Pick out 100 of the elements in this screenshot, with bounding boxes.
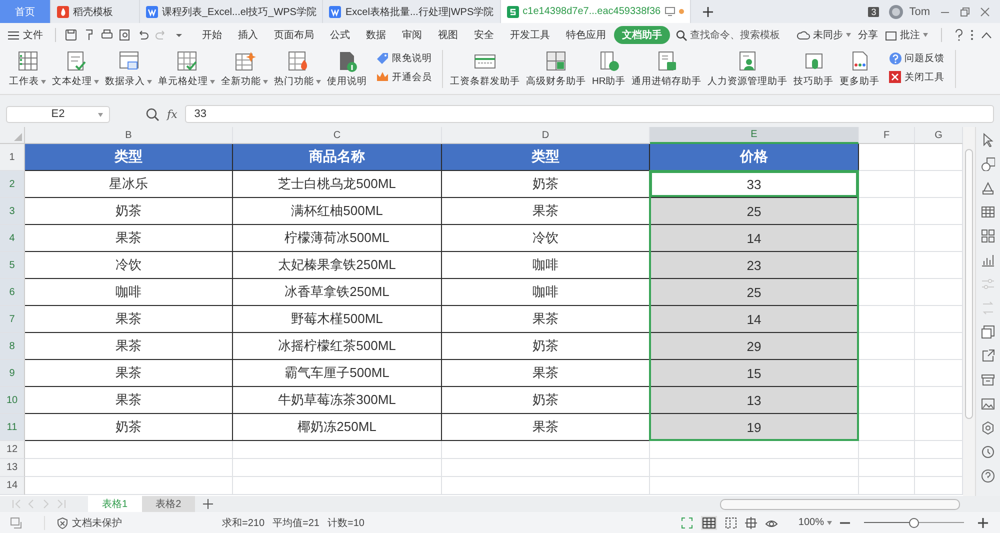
formula-field[interactable]: 33: [185, 105, 994, 123]
ribbon-button[interactable]: 使用说明: [324, 50, 370, 88]
user-account[interactable]: Tom: [889, 4, 930, 18]
column-title-cell[interactable]: 类型: [25, 144, 233, 171]
ribbon-button[interactable]: 高级财务助手: [523, 50, 589, 88]
ribbon-button[interactable]: 限免说明: [376, 52, 432, 65]
row-number[interactable]: 10: [0, 387, 25, 414]
table-cell[interactable]: 冰摇柠檬红茶500ML: [233, 333, 442, 360]
table-cell[interactable]: 14: [650, 306, 859, 333]
table-cell[interactable]: 冷饮: [25, 252, 233, 279]
table-cell[interactable]: 星冰乐: [25, 171, 233, 198]
table-cell[interactable]: 太妃榛果拿铁250ML: [233, 252, 442, 279]
table-cell[interactable]: 芝士白桃乌龙500ML: [233, 171, 442, 198]
ribbon-tab[interactable]: 视图: [430, 26, 466, 44]
row-number[interactable]: 14: [0, 477, 25, 495]
ribbon-button[interactable]: 开通会员: [376, 71, 432, 84]
ribbon-tab[interactable]: 页面布局: [266, 26, 322, 44]
table-cell[interactable]: 果茶: [442, 414, 650, 441]
table-cell[interactable]: 咖啡: [442, 279, 650, 306]
ribbon-button[interactable]: 人力资源管理助手: [704, 50, 791, 88]
table-cell[interactable]: 满杯红柚500ML: [233, 198, 442, 225]
row-number[interactable]: 7: [0, 306, 25, 333]
share-button[interactable]: 分享: [858, 28, 878, 42]
table-cell[interactable]: 奶茶: [442, 171, 650, 198]
table-cell[interactable]: 咖啡: [442, 252, 650, 279]
table-cell[interactable]: 椰奶冻250ML: [233, 414, 442, 441]
ribbon-button[interactable]: 更多助手: [836, 50, 883, 88]
table-cell[interactable]: 13: [650, 387, 859, 414]
row-number[interactable]: 13: [0, 459, 25, 477]
sheet-tab[interactable]: 表格1: [88, 496, 142, 512]
ribbon-button[interactable]: 热门功能: [271, 50, 324, 88]
table-cell[interactable]: 奶茶: [25, 414, 233, 441]
table-cell[interactable]: 野莓木槿500ML: [233, 306, 442, 333]
column-header[interactable]: C: [233, 127, 442, 144]
table-cell[interactable]: 果茶: [442, 360, 650, 387]
table-cell[interactable]: 果茶: [25, 306, 233, 333]
table-cell[interactable]: 咖啡: [25, 279, 233, 306]
ribbon-button[interactable]: HR助手: [589, 50, 629, 88]
table-cell[interactable]: 奶茶: [25, 198, 233, 225]
row-number[interactable]: 5: [0, 252, 25, 279]
table-cell[interactable]: 柠檬薄荷冰500ML: [233, 225, 442, 252]
ribbon-tab[interactable]: 公式: [322, 26, 358, 44]
table-cell[interactable]: 奶茶: [442, 333, 650, 360]
ribbon-button[interactable]: 文本处理: [49, 50, 102, 88]
table-cell[interactable]: 14: [650, 225, 859, 252]
row-number[interactable]: 3: [0, 198, 25, 225]
table-cell[interactable]: 33: [650, 171, 859, 198]
row-number[interactable]: 11: [0, 414, 25, 441]
ribbon-tab[interactable]: 开始: [194, 26, 230, 44]
ribbon-tab[interactable]: 插入: [230, 26, 266, 44]
column-header[interactable]: D: [442, 127, 650, 144]
column-title-cell[interactable]: 类型: [442, 144, 650, 171]
ribbon-tab[interactable]: 安全: [466, 26, 502, 44]
row-number[interactable]: 12: [0, 441, 25, 459]
row-number[interactable]: 9: [0, 360, 25, 387]
table-cell[interactable]: 果茶: [25, 387, 233, 414]
sheet-tab[interactable]: 表格2: [142, 496, 196, 512]
browser-tab[interactable]: c1e14398d7e7...eac459338f36: [500, 0, 691, 23]
ribbon-tab[interactable]: 特色应用: [558, 26, 614, 44]
table-cell[interactable]: 果茶: [442, 306, 650, 333]
ribbon-button[interactable]: 通用进销存助手: [628, 50, 705, 88]
table-cell[interactable]: 果茶: [25, 360, 233, 387]
table-cell[interactable]: 果茶: [442, 198, 650, 225]
sync-status[interactable]: 未同步: [797, 28, 851, 42]
table-cell[interactable]: 霸气车厘子500ML: [233, 360, 442, 387]
table-cell[interactable]: 果茶: [25, 225, 233, 252]
table-cell[interactable]: 冷饮: [442, 225, 650, 252]
ribbon-button[interactable]: 工资条群发助手: [447, 50, 523, 88]
zoom-level[interactable]: 100%: [798, 517, 832, 528]
column-title-cell[interactable]: 商品名称: [233, 144, 442, 171]
column-title-cell[interactable]: 价格: [650, 144, 859, 171]
table-cell[interactable]: 23: [650, 252, 859, 279]
table-cell[interactable]: 25: [650, 279, 859, 306]
comment-button[interactable]: 批注: [885, 28, 928, 42]
ribbon-button[interactable]: 技巧助手: [790, 50, 837, 88]
insert-function-button[interactable]: fx: [167, 108, 178, 120]
column-header[interactable]: F: [859, 127, 915, 144]
ribbon-tab[interactable]: 数据: [358, 26, 394, 44]
column-header[interactable]: G: [915, 127, 963, 144]
row-number[interactable]: 4: [0, 225, 25, 252]
row-number[interactable]: 8: [0, 333, 25, 360]
name-box[interactable]: E2: [6, 106, 110, 122]
table-cell[interactable]: 15: [650, 360, 859, 387]
table-cell[interactable]: 冰香草拿铁250ML: [233, 279, 442, 306]
document-protection[interactable]: 文档未保护: [44, 516, 122, 530]
column-header[interactable]: B: [25, 127, 233, 144]
window-count-badge[interactable]: 3: [868, 6, 880, 16]
table-cell[interactable]: 25: [650, 198, 859, 225]
ribbon-button[interactable]: 单元格处理: [155, 50, 218, 88]
table-cell[interactable]: 19: [650, 414, 859, 441]
ribbon-tab[interactable]: 审阅: [394, 26, 430, 44]
row-number[interactable]: 1: [0, 144, 25, 171]
table-cell[interactable]: 牛奶草莓冻茶300ML: [233, 387, 442, 414]
ribbon-button[interactable]: 数据录入: [102, 50, 155, 88]
ribbon-button[interactable]: 关闭工具: [888, 71, 945, 84]
table-cell[interactable]: 果茶: [25, 333, 233, 360]
ribbon-button[interactable]: 全新功能: [218, 50, 271, 88]
ribbon-tab[interactable]: 开发工具: [502, 26, 558, 44]
table-cell[interactable]: 29: [650, 333, 859, 360]
file-menu[interactable]: 文件: [8, 28, 43, 42]
